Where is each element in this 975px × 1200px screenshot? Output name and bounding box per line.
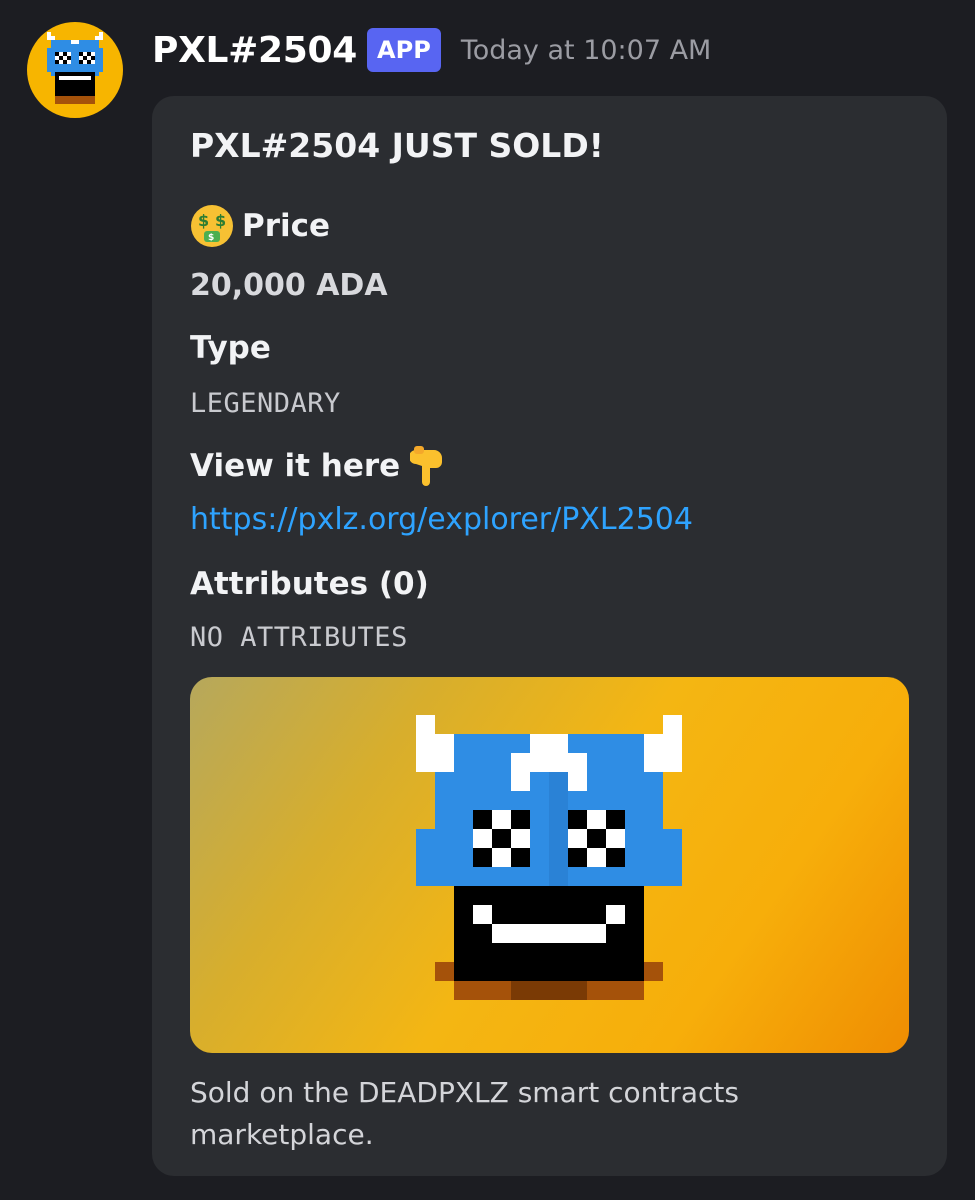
money-mouth-face-emoji-icon: $ $ $ bbox=[190, 204, 234, 248]
svg-text:$: $ bbox=[198, 211, 209, 230]
svg-text:$: $ bbox=[208, 233, 214, 243]
message-header: PXL#2504 APP Today at 10:07 AM bbox=[152, 26, 711, 74]
embed-title: PXL#2504 JUST SOLD! bbox=[190, 126, 604, 165]
pixel-monster-avatar-icon bbox=[47, 32, 103, 104]
chat-message: PXL#2504 APP Today at 10:07 AM PXL#2504 … bbox=[0, 0, 975, 1200]
embed-footer: Sold on the DEADPXLZ smart contracts mar… bbox=[190, 1076, 739, 1151]
attributes-value: NO ATTRIBUTES bbox=[190, 622, 408, 653]
price-field-name: $ $ $ Price bbox=[190, 204, 330, 248]
message-embed: PXL#2504 JUST SOLD! $ $ $ Price 20,000 A… bbox=[152, 96, 947, 1176]
author-name[interactable]: PXL#2504 bbox=[152, 30, 357, 71]
view-label: View it here bbox=[190, 448, 401, 484]
avatar[interactable] bbox=[27, 22, 123, 118]
price-value: 20,000 ADA bbox=[190, 268, 388, 303]
timestamp[interactable]: Today at 10:07 AM bbox=[461, 35, 712, 66]
svg-text:$: $ bbox=[215, 211, 226, 230]
pointing-down-emoji-icon bbox=[410, 444, 448, 488]
pixel-monster-nft-icon bbox=[416, 715, 682, 1000]
app-badge: APP bbox=[367, 28, 441, 72]
type-field-name: Type bbox=[190, 330, 271, 366]
view-field-name: View it here bbox=[190, 444, 448, 488]
type-value: LEGENDARY bbox=[190, 388, 341, 419]
embed-image[interactable] bbox=[190, 677, 909, 1053]
explorer-link[interactable]: https://pxlz.org/explorer/PXL2504 bbox=[190, 502, 693, 537]
price-label: Price bbox=[242, 208, 331, 244]
attributes-field-name: Attributes (0) bbox=[190, 566, 429, 602]
